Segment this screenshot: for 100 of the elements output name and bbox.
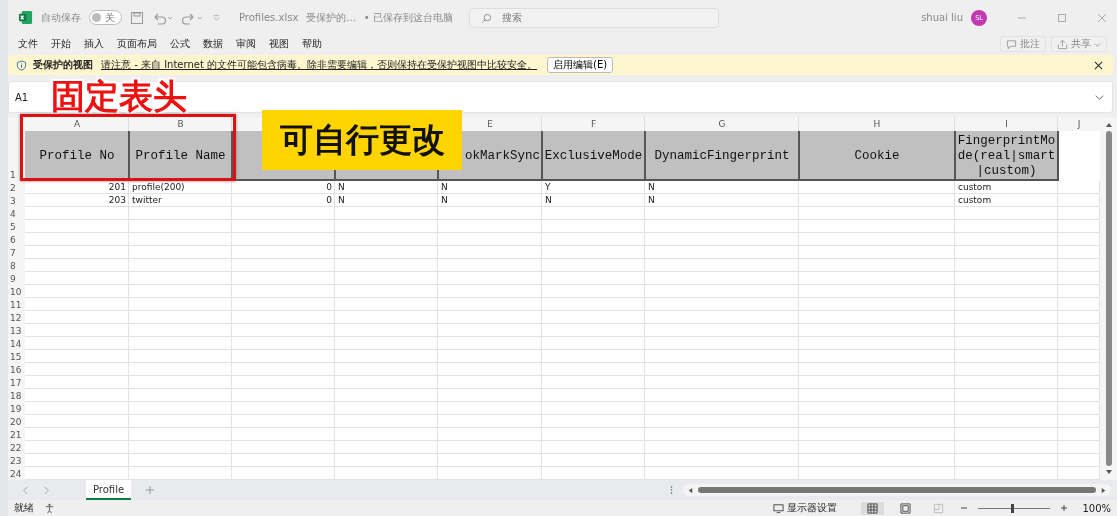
menu-item[interactable]: 文件 [18, 37, 38, 51]
menu-item[interactable]: 公式 [170, 37, 190, 51]
annotation-label: 可自行更改 [262, 110, 462, 170]
zoom-in-icon[interactable] [1060, 504, 1069, 512]
zoom-slider-thumb[interactable] [1010, 503, 1014, 513]
column-header[interactable]: J [1077, 119, 1081, 129]
column-header[interactable]: H [873, 119, 881, 129]
row-number[interactable]: 9 [8, 272, 25, 285]
row-number[interactable]: 12 [8, 311, 25, 324]
monitor-icon [773, 502, 785, 514]
column-header[interactable]: B [177, 119, 184, 129]
status-text: 就绪 [14, 501, 34, 515]
scroll-up-icon[interactable] [1104, 121, 1113, 129]
header-cell-text: DynamicFingerprint [654, 149, 790, 163]
table-cell: 203 [108, 195, 126, 205]
row-number[interactable]: 7 [8, 246, 25, 259]
comment-icon [1006, 38, 1017, 50]
header-cell-text: Profile Name [135, 149, 226, 163]
display-settings-button[interactable]: 显示器设置 [773, 501, 838, 515]
protected-view-link[interactable]: 请注意 - 来自 Internet 的文件可能包含病毒。除非需要编辑，否则保持在受保护视图中比较安全。 [101, 58, 538, 72]
zoom-out-icon[interactable] [960, 504, 969, 512]
table-cell: N [441, 182, 448, 192]
column-header[interactable]: G [718, 119, 726, 129]
row-number[interactable]: 8 [8, 259, 25, 272]
scroll-left-icon[interactable] [687, 486, 694, 494]
close-icon[interactable] [1094, 60, 1103, 70]
zoom-level[interactable]: 100% [1082, 502, 1111, 514]
more-options-icon[interactable] [670, 485, 673, 495]
row-number[interactable]: 5 [8, 220, 25, 233]
autosave-label: 自动保存 [41, 10, 81, 25]
horizontal-scrollbar[interactable] [683, 484, 1111, 496]
enable-editing-button[interactable]: 启用编辑(E) [547, 57, 614, 73]
table-cell: 0 [326, 195, 332, 205]
user-name: shuai liu [921, 12, 963, 23]
normal-view-icon[interactable] [861, 501, 885, 515]
row-number[interactable]: 19 [8, 402, 25, 415]
table-cell: custom [958, 195, 992, 205]
maximize-icon[interactable] [1057, 12, 1067, 23]
column-header[interactable]: F [590, 119, 597, 129]
scroll-right-icon[interactable] [1100, 486, 1107, 494]
caret-icon [1094, 40, 1101, 48]
row-number[interactable]: 13 [8, 324, 25, 337]
menu-item[interactable]: 页面布局 [117, 37, 157, 51]
search-field[interactable]: 搜索 [468, 7, 719, 28]
row-number[interactable]: 2 [8, 181, 25, 194]
excel-logo-icon [18, 10, 33, 25]
table-cell: profile(200) [132, 182, 185, 192]
accessibility-icon[interactable] [44, 502, 55, 514]
table-cell: custom [958, 182, 992, 192]
header-cell-text: ExclusiveMode [544, 149, 643, 163]
add-sheet-icon[interactable] [145, 485, 156, 495]
table-cell: Y [545, 182, 551, 192]
row-number[interactable]: 24 [8, 467, 25, 480]
row-number[interactable]: 10 [8, 285, 25, 298]
menu-item[interactable]: 插入 [84, 37, 104, 51]
menu-item[interactable]: 数据 [203, 37, 223, 51]
search-icon [480, 12, 492, 24]
autosave-toggle[interactable]: 关 [89, 10, 122, 25]
row-number[interactable]: 21 [8, 428, 25, 441]
menu-item[interactable]: 开始 [51, 37, 71, 51]
menu-item[interactable]: 视图 [269, 37, 289, 51]
row-number[interactable]: 6 [8, 233, 25, 246]
menu-item[interactable]: 审阅 [236, 37, 256, 51]
shield-info-icon [16, 59, 27, 71]
row-number[interactable]: 11 [8, 298, 25, 311]
row-number[interactable]: 22 [8, 441, 25, 454]
column-header[interactable]: I [1005, 119, 1008, 129]
row-number[interactable]: 20 [8, 415, 25, 428]
table-cell: N [338, 182, 345, 192]
header-cell-text: FingerprintMode(real|smart|custom) [956, 133, 1057, 179]
table-cell: 201 [108, 182, 126, 192]
header-cell-text: Profile No [39, 149, 115, 163]
file-mode: 受保护的... [306, 10, 356, 25]
protected-view-title: 受保护的视图 [33, 58, 93, 72]
row-number[interactable]: 17 [8, 376, 25, 389]
row-number[interactable]: 4 [8, 207, 25, 220]
sheet-tab[interactable]: Profile [86, 480, 132, 500]
name-box[interactable]: A1 [15, 91, 29, 103]
expand-chevron-icon[interactable] [1095, 92, 1104, 102]
table-cell: N [648, 195, 655, 205]
menu-item[interactable]: 帮助 [302, 37, 322, 51]
table-cell: N [648, 182, 655, 192]
column-header[interactable]: E [487, 119, 493, 129]
table-cell: N [441, 195, 448, 205]
table-cell: N [338, 195, 345, 205]
share-icon [1057, 38, 1068, 50]
column-header[interactable]: A [73, 119, 81, 129]
scroll-down-icon[interactable] [1104, 468, 1113, 476]
row-number[interactable]: 18 [8, 389, 25, 402]
row-number[interactable]: 14 [8, 337, 25, 350]
row-number[interactable]: 3 [8, 194, 25, 207]
save-icon[interactable] [130, 10, 144, 25]
row-number[interactable]: 16 [8, 363, 25, 376]
row-number[interactable]: 15 [8, 350, 25, 363]
row-number[interactable]: 23 [8, 454, 25, 467]
file-name: Profiles.xlsx [239, 12, 299, 23]
header-cell-text: okMarkSync [465, 149, 540, 163]
vertical-scrollbar[interactable] [1100, 117, 1117, 480]
table-cell: N [545, 195, 552, 205]
header-cell-text: Cookie [854, 149, 900, 163]
